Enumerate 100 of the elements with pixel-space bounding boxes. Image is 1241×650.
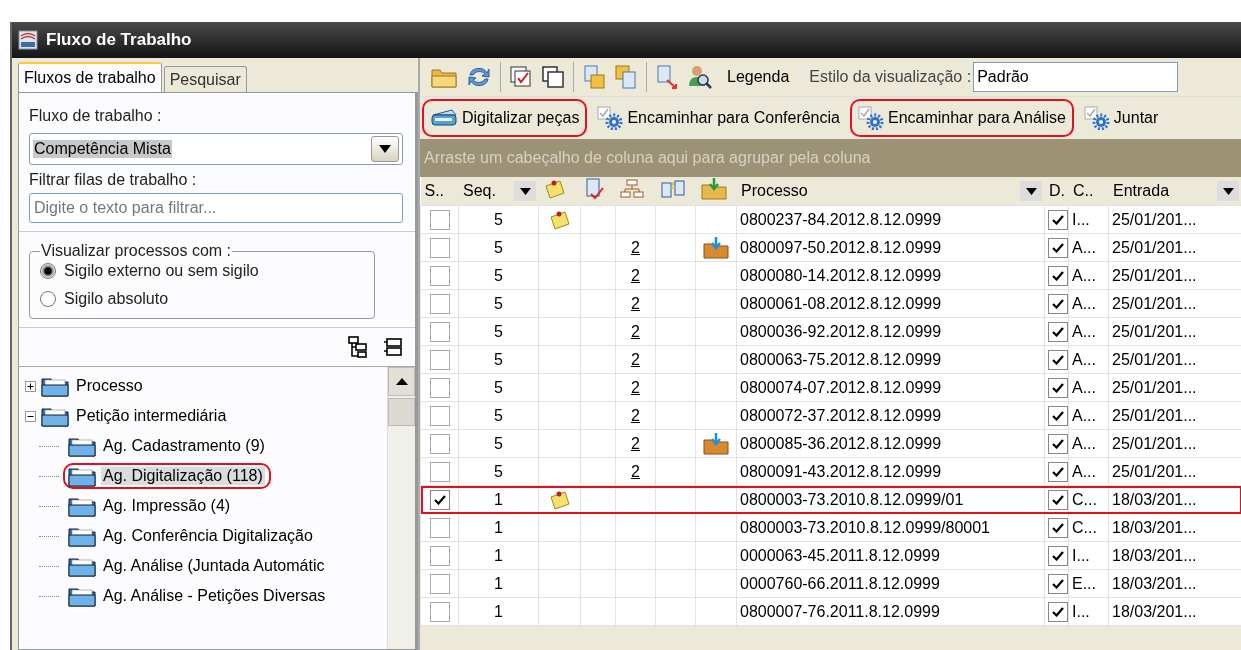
checklist-icon[interactable] [509,65,533,89]
table-row[interactable]: 5 2 0800063-75.2012.8.12.0999 A... 25/01/201... [420,345,1241,374]
expander-icon[interactable] [25,410,36,422]
scroll-thumb[interactable] [388,398,415,426]
view-style-dropdown[interactable]: Padrão [973,62,1179,92]
scrollbar[interactable] [387,367,415,649]
folder-icon [67,555,97,577]
tab[interactable]: Pesquisar [163,66,247,92]
table-row[interactable]: 5 2 0800080-14.2012.8.12.0999 A... 25/01/201... [420,261,1241,290]
row-checkbox[interactable] [429,433,450,454]
action-button[interactable]: Encaminhar para Análise [849,99,1074,137]
table-cell: 5 [458,429,539,458]
table-row[interactable]: 5 2 0800074-07.2012.8.12.0999 A... 25/01/201... [420,373,1241,402]
compare-documents-icon [660,178,686,200]
filter-input[interactable]: Digite o texto para filtrar... [29,193,403,223]
row-checkbox[interactable] [429,489,450,510]
table-row[interactable]: 5 0800237-84.2012.8.12.0999 I... 25/01/201... [420,205,1241,234]
scroll-up-icon[interactable] [395,378,408,385]
table-cell: A... [1068,429,1109,458]
user-search-icon[interactable] [687,64,713,90]
column-header[interactable]: D. [1044,177,1069,206]
radio-option[interactable]: Sigilo absoluto [40,290,364,308]
row-checkbox[interactable] [429,517,450,538]
action-button[interactable]: Encaminhar para Conferência [589,99,848,137]
table-row[interactable]: 5 2 0800061-08.2012.8.12.0999 A... 25/01/201... [420,289,1241,318]
tree-item[interactable]: Ag. Impressão (4) [101,497,233,515]
table-cell: 0800085-36.2012.8.12.0999 [736,429,1045,458]
row-checkbox[interactable] [429,377,450,398]
folder-arrow-icon [702,235,730,260]
tree-collapse-icon[interactable] [383,337,403,357]
count-link[interactable]: 2 [631,350,640,368]
export-icon[interactable] [655,64,679,90]
windows-icon[interactable] [541,65,565,89]
row-checkbox[interactable] [429,573,450,594]
tree-item[interactable]: Ag. Análise - Petições Diversas [101,587,328,605]
save-copy-icon[interactable] [614,64,638,90]
count-link[interactable]: 2 [631,322,640,340]
document-check-icon [585,177,605,201]
copy-save-icon[interactable] [582,64,606,90]
sticky-note-icon [547,488,572,511]
row-checkbox[interactable] [429,321,450,342]
refresh-icon[interactable] [466,65,492,89]
row-checkbox[interactable] [429,265,450,286]
row-checkbox[interactable] [429,601,450,622]
table-row[interactable]: 1 0800007-76.2011.8.12.0999 I... 18/03/201... [420,597,1241,626]
table-row[interactable]: 5 2 0800072-37.2012.8.12.0999 A... 25/01/201... [420,401,1241,430]
column-header[interactable]: Seq. [458,177,539,206]
row-checkbox[interactable] [429,209,450,230]
filter-dropdown-icon[interactable] [519,187,531,195]
table-cell: 0800091-43.2012.8.12.0999 [736,457,1045,486]
row-checkbox[interactable] [429,349,450,370]
row-checkbox[interactable] [429,237,450,258]
radio-option[interactable]: Sigilo externo ou sem sigilo [40,262,364,280]
count-link[interactable]: 2 [631,434,640,452]
legend-button[interactable]: Legenda [721,68,802,86]
row-checkbox[interactable] [429,461,450,482]
column-header[interactable]: Processo [736,177,1045,206]
count-link[interactable]: 2 [631,406,640,424]
tree-item[interactable]: Ag. Cadastramento (9) [101,437,267,455]
checkmark-icon [1052,410,1064,421]
table-cell: E... [1068,569,1109,598]
table-cell: 5 [458,457,539,486]
column-header[interactable]: Entrada [1108,177,1241,206]
table-cell: I... [1068,205,1109,234]
tree-item[interactable]: Ag. Análise (Juntada Automátic [101,557,327,575]
table-row[interactable]: 5 2 0800036-92.2012.8.12.0999 A... 25/01/201... [420,317,1241,346]
count-link[interactable]: 2 [631,238,640,256]
count-link[interactable]: 2 [631,462,640,480]
table-row[interactable]: 1 0000063-45.2011.8.12.0999 I... 18/03/201... [420,541,1241,570]
tree-expand-icon[interactable] [347,336,369,358]
expander-icon[interactable] [25,380,36,392]
filter-dropdown-icon[interactable] [1222,187,1234,195]
table-cell: 0800097-50.2012.8.12.0999 [736,233,1045,262]
row-checkbox[interactable] [429,293,450,314]
action-button[interactable]: Juntar [1075,99,1167,137]
column-header[interactable]: C.. [1068,177,1109,206]
table-row[interactable]: 1 0000760-66.2011.8.12.0999 E... 18/03/201... [420,569,1241,598]
tree-item[interactable]: Ag. Conferência Digitalização [101,527,315,545]
table-row[interactable]: 5 2 0800091-43.2012.8.12.0999 A... 25/01/201... [420,457,1241,486]
tree-item[interactable]: Petição intermediária [74,407,229,425]
tree-item[interactable]: Ag. Digitalização (118) [101,467,265,485]
tab[interactable]: Fluxos de trabalho [18,62,162,92]
table-row[interactable]: 1 0800003-73.2010.8.12.0999/01 C... 18/03/201... [420,485,1241,514]
action-button[interactable]: Digitalizar peças [422,99,588,137]
table-row[interactable]: 5 2 0800085-36.2012.8.12.0999 A... 25/01/201... [420,429,1241,458]
table-cell: A... [1068,261,1109,290]
window-title: Fluxo de Trabalho [46,30,192,50]
table-cell: 1 [458,513,539,542]
workflow-dropdown[interactable]: Competência Mista [29,133,403,165]
row-checkbox[interactable] [429,545,450,566]
filter-dropdown-icon[interactable] [1025,187,1037,195]
tree-item[interactable]: Processo [74,377,145,395]
count-link[interactable]: 2 [631,378,640,396]
column-header[interactable] [538,177,581,206]
count-link[interactable]: 2 [631,266,640,284]
count-link[interactable]: 2 [631,294,640,312]
table-row[interactable]: 1 0800003-73.2010.8.12.0999/80001 C... 18/03/201... [420,513,1241,542]
column-header[interactable]: S.. [420,177,459,206]
table-row[interactable]: 5 2 0800097-50.2012.8.12.0999 A... 25/01/201... [420,233,1241,262]
row-checkbox[interactable] [429,405,450,426]
